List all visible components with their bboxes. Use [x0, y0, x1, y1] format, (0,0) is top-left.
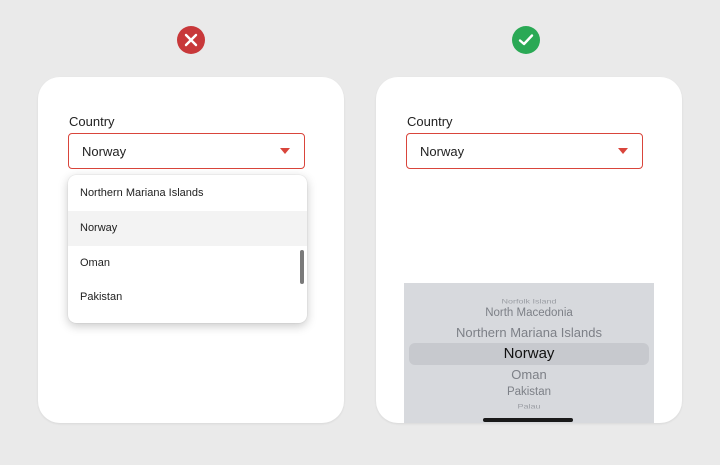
wheel-picker[interactable]: Norfolk Island North Macedonia Northern … — [404, 283, 654, 423]
cross-icon — [177, 26, 205, 54]
scrollbar[interactable] — [300, 250, 304, 284]
home-indicator — [483, 418, 573, 422]
selected-value: Norway — [420, 143, 465, 159]
wheel-item[interactable]: Palau — [404, 402, 654, 410]
country-select[interactable]: Norway — [406, 133, 643, 169]
good-example-card: Country Norway Norfolk Island North Mace… — [376, 77, 682, 423]
selected-value: Norway — [82, 143, 127, 159]
country-select[interactable]: Norway — [68, 133, 305, 169]
wheel-item[interactable]: Norfolk Island — [404, 297, 654, 305]
list-item[interactable]: Pakistan — [68, 280, 307, 315]
list-item[interactable]: Northern Mariana Islands — [68, 175, 307, 211]
list-item[interactable]: Oman — [68, 246, 307, 281]
wheel-item-selected[interactable]: Norway — [404, 345, 654, 362]
caret-down-icon — [280, 148, 290, 154]
country-label: Country — [69, 114, 115, 129]
country-label: Country — [407, 114, 453, 129]
wheel-item[interactable]: North Macedonia — [404, 307, 654, 319]
wheel-item[interactable]: Oman — [404, 367, 654, 382]
caret-down-icon — [618, 148, 628, 154]
country-dropdown-list[interactable]: Northern Mariana Islands Norway Oman Pak… — [68, 175, 307, 323]
check-icon — [512, 26, 540, 54]
wheel-item[interactable]: Northern Mariana Islands — [404, 325, 654, 340]
wheel-item[interactable]: Pakistan — [404, 386, 654, 398]
list-item[interactable]: Norway — [68, 211, 307, 246]
bad-example-card: Country Norway Northern Mariana Islands … — [38, 77, 344, 423]
